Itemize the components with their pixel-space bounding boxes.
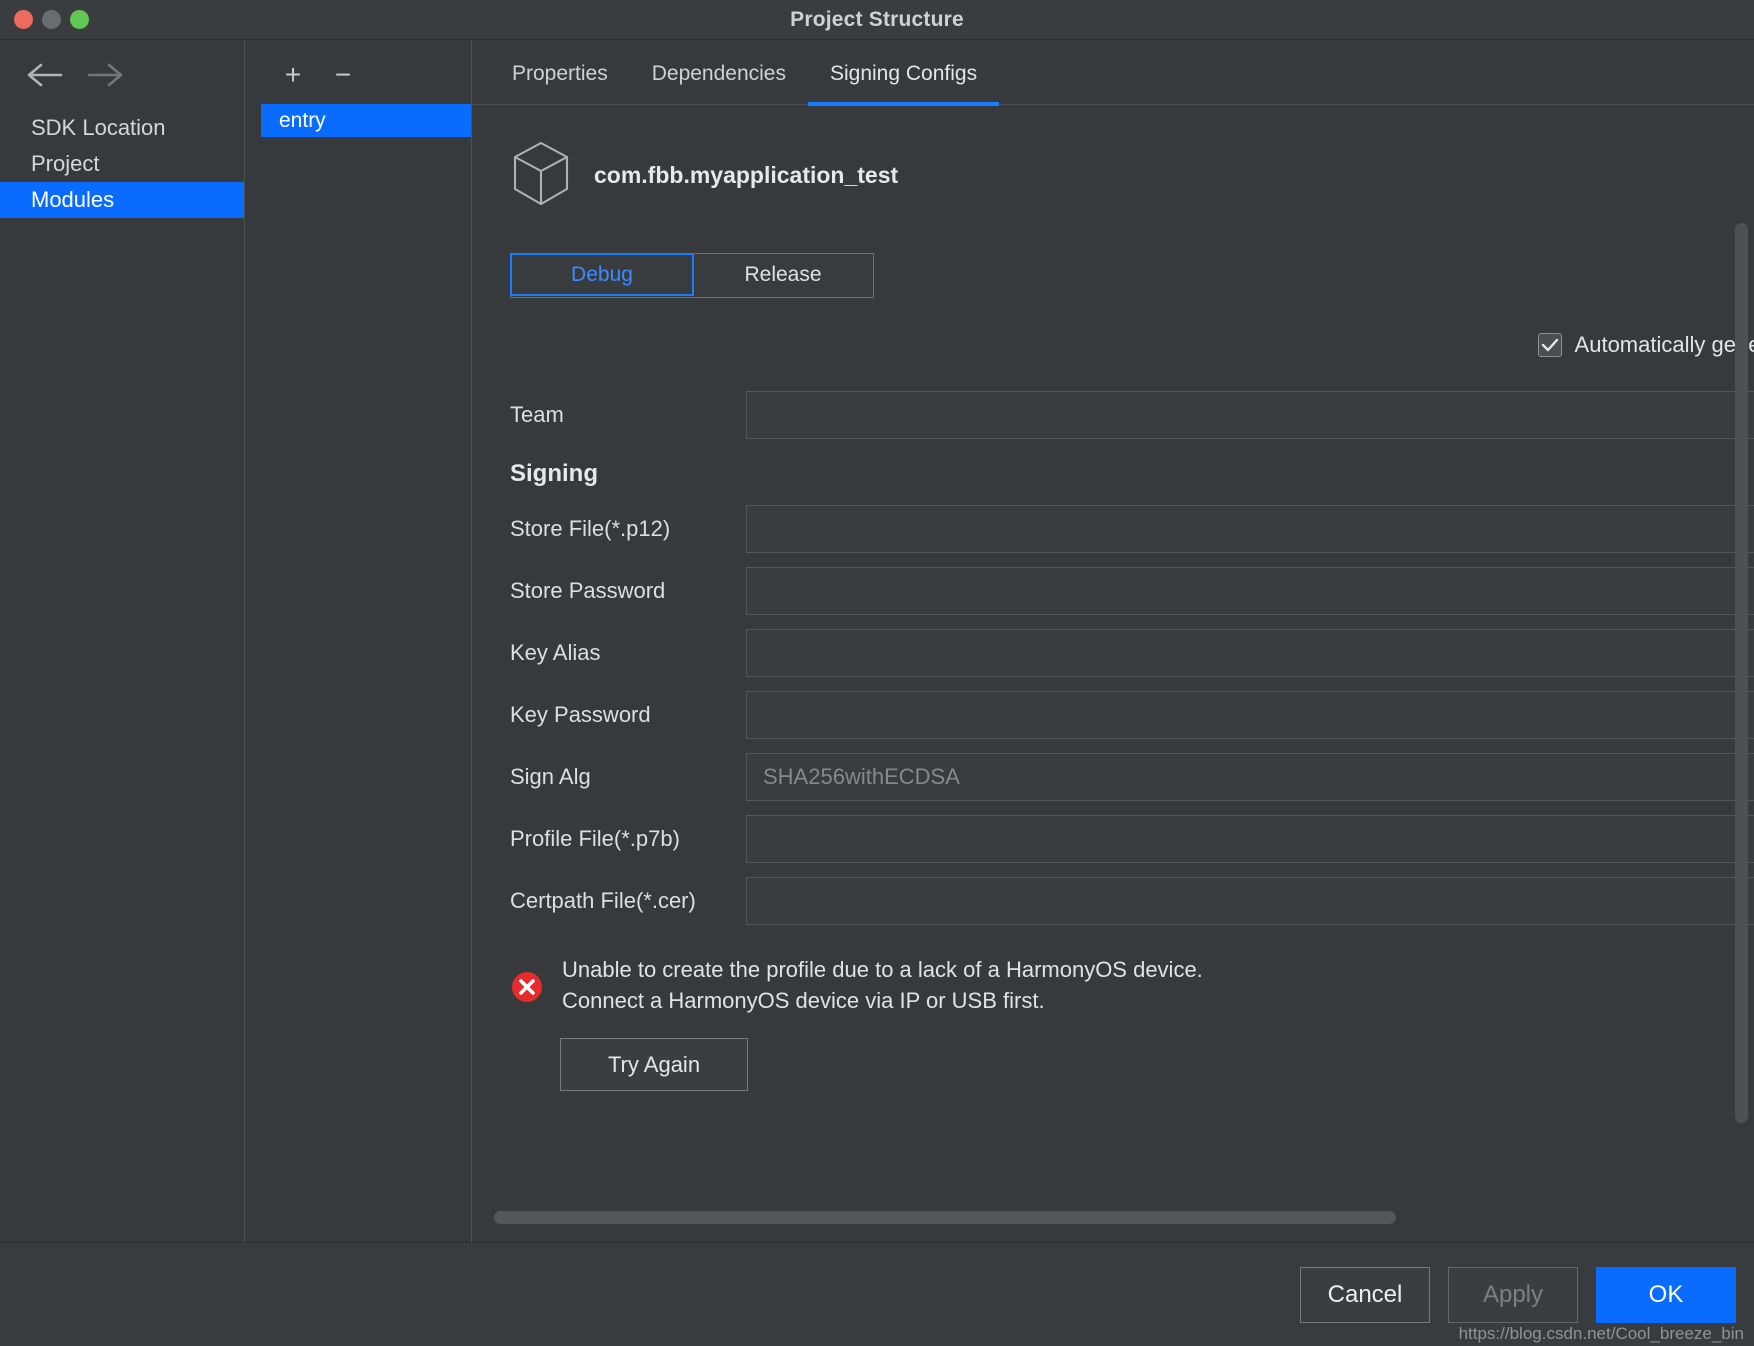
variant-release-button[interactable]: Release xyxy=(693,254,873,297)
build-variant-toggle: Debug Release xyxy=(510,253,874,298)
signing-form: Team Signing Store File(*.p12) Store Pas… xyxy=(472,384,1754,932)
add-module-button[interactable]: + xyxy=(273,58,313,92)
variant-debug-button[interactable]: Debug xyxy=(510,253,694,296)
back-button[interactable] xyxy=(26,58,66,92)
dialog-body: SDK Location Project Modules + − entry P… xyxy=(0,40,1754,1242)
label-certpath-file: Certpath File(*.cer) xyxy=(510,888,696,913)
cancel-button[interactable]: Cancel xyxy=(1300,1266,1430,1323)
tab-signing-configs[interactable]: Signing Configs xyxy=(807,62,1000,106)
label-profile-file: Profile File(*.p7b) xyxy=(510,826,680,851)
form-row-key-alias: Key Alias xyxy=(472,622,1754,684)
error-circle-icon xyxy=(512,972,542,1002)
navigation-list: SDK Location Project Modules xyxy=(0,110,244,218)
input-profile-file[interactable] xyxy=(746,815,1754,863)
error-message-block: Unable to create the profile due to a la… xyxy=(472,954,1754,1016)
input-team[interactable] xyxy=(746,391,1754,439)
input-sign-alg-placeholder: SHA256withECDSA xyxy=(763,764,960,789)
label-team: Team xyxy=(510,402,564,427)
signing-configs-panel: com.fbb.myapplication_test Debug Release xyxy=(472,105,1754,1242)
sidebar-item-project[interactable]: Project xyxy=(0,146,244,182)
ok-button[interactable]: OK xyxy=(1596,1266,1736,1323)
arrow-left-icon xyxy=(27,63,63,87)
title-bar: Project Structure xyxy=(0,0,1754,40)
label-sign-alg: Sign Alg xyxy=(510,764,591,789)
label-key-alias: Key Alias xyxy=(510,640,601,665)
try-again-button[interactable]: Try Again xyxy=(560,1038,748,1092)
sidebar-item-sdk-location[interactable]: SDK Location xyxy=(0,110,244,146)
horizontal-scrollbar[interactable] xyxy=(494,1211,1396,1224)
minimize-window-button[interactable] xyxy=(42,10,61,29)
tab-dependencies[interactable]: Dependencies xyxy=(630,62,808,106)
navigation-sidebar: SDK Location Project Modules xyxy=(0,40,245,1242)
form-row-certpath-file: Certpath File(*.cer) xyxy=(472,870,1754,932)
cube-3d-icon xyxy=(513,141,569,206)
maximize-window-button[interactable] xyxy=(70,10,89,29)
auto-generate-row: Automatically genera xyxy=(472,332,1754,358)
history-nav xyxy=(0,58,244,110)
label-store-password: Store Password xyxy=(510,578,666,603)
input-store-file[interactable] xyxy=(746,505,1754,553)
package-name: com.fbb.myapplication_test xyxy=(594,161,899,188)
forward-button[interactable] xyxy=(84,58,124,92)
package-header: com.fbb.myapplication_test xyxy=(472,139,1754,211)
vertical-scrollbar[interactable] xyxy=(1735,223,1748,1123)
error-message-text: Unable to create the profile due to a la… xyxy=(562,954,1203,1016)
project-structure-dialog: Project Structure SDK Location Project M… xyxy=(0,0,1754,1346)
window-title: Project Structure xyxy=(790,7,964,31)
arrow-right-icon xyxy=(87,63,123,87)
auto-generate-checkbox[interactable] xyxy=(1537,333,1562,357)
tab-properties[interactable]: Properties xyxy=(490,62,630,106)
input-key-password[interactable] xyxy=(746,691,1754,739)
form-row-store-password: Store Password xyxy=(472,560,1754,622)
module-list-item-entry[interactable]: entry xyxy=(261,104,471,137)
form-row-store-file: Store File(*.p12) xyxy=(472,498,1754,560)
form-row-team: Team xyxy=(472,384,1754,446)
input-store-password[interactable] xyxy=(746,567,1754,615)
form-row-key-password: Key Password xyxy=(472,684,1754,746)
error-line-2: Connect a HarmonyOS device via IP or USB… xyxy=(562,988,1045,1014)
form-row-sign-alg: Sign Alg SHA256withECDSA xyxy=(472,746,1754,808)
input-certpath-file[interactable] xyxy=(746,877,1754,925)
signing-section-title: Signing xyxy=(510,460,598,487)
close-window-button[interactable] xyxy=(14,10,33,29)
label-store-file: Store File(*.p12) xyxy=(510,516,671,541)
input-key-alias[interactable] xyxy=(746,629,1754,677)
error-line-1: Unable to create the profile due to a la… xyxy=(562,957,1203,982)
checkmark-icon xyxy=(1541,338,1558,352)
label-key-password: Key Password xyxy=(510,702,651,727)
module-list-toolbar: + − xyxy=(245,58,471,104)
watermark-text: https://blog.csdn.net/Cool_breeze_bin xyxy=(1458,1324,1744,1343)
dialog-footer: Cancel Apply OK https://blog.csdn.net/Co… xyxy=(0,1242,1754,1346)
remove-module-button[interactable]: − xyxy=(323,58,363,92)
window-controls xyxy=(0,10,89,29)
auto-generate-label: Automatically genera xyxy=(1574,332,1754,357)
sidebar-item-modules[interactable]: Modules xyxy=(0,182,244,218)
module-list-pane: + − entry xyxy=(245,40,472,1242)
horizontal-scrollbar-thumb[interactable] xyxy=(494,1211,1396,1224)
input-sign-alg[interactable]: SHA256withECDSA xyxy=(746,753,1754,801)
content-pane: Properties Dependencies Signing Configs … xyxy=(472,40,1754,1242)
apply-button[interactable]: Apply xyxy=(1448,1266,1578,1323)
form-row-profile-file: Profile File(*.p7b) xyxy=(472,808,1754,870)
tab-bar: Properties Dependencies Signing Configs xyxy=(472,40,1754,106)
auto-generate-clip: Automatically genera xyxy=(472,332,1754,358)
